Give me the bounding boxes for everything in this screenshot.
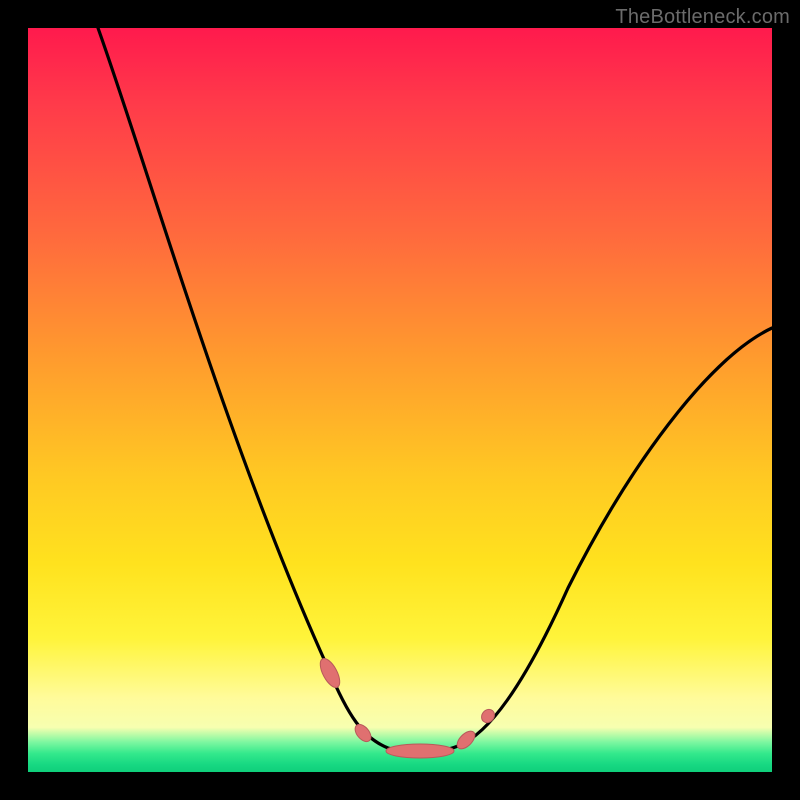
marker-4 (454, 728, 478, 752)
marker-3 (386, 744, 454, 758)
marker-1 (316, 656, 343, 691)
plot-area (28, 28, 772, 772)
watermark-text: TheBottleneck.com (615, 6, 790, 29)
marker-2 (352, 721, 374, 744)
chart-svg (28, 28, 772, 772)
marker-5 (479, 707, 497, 725)
marker-group (316, 656, 497, 758)
chart-frame: TheBottleneck.com (0, 0, 800, 800)
bottleneck-curve (98, 28, 772, 752)
